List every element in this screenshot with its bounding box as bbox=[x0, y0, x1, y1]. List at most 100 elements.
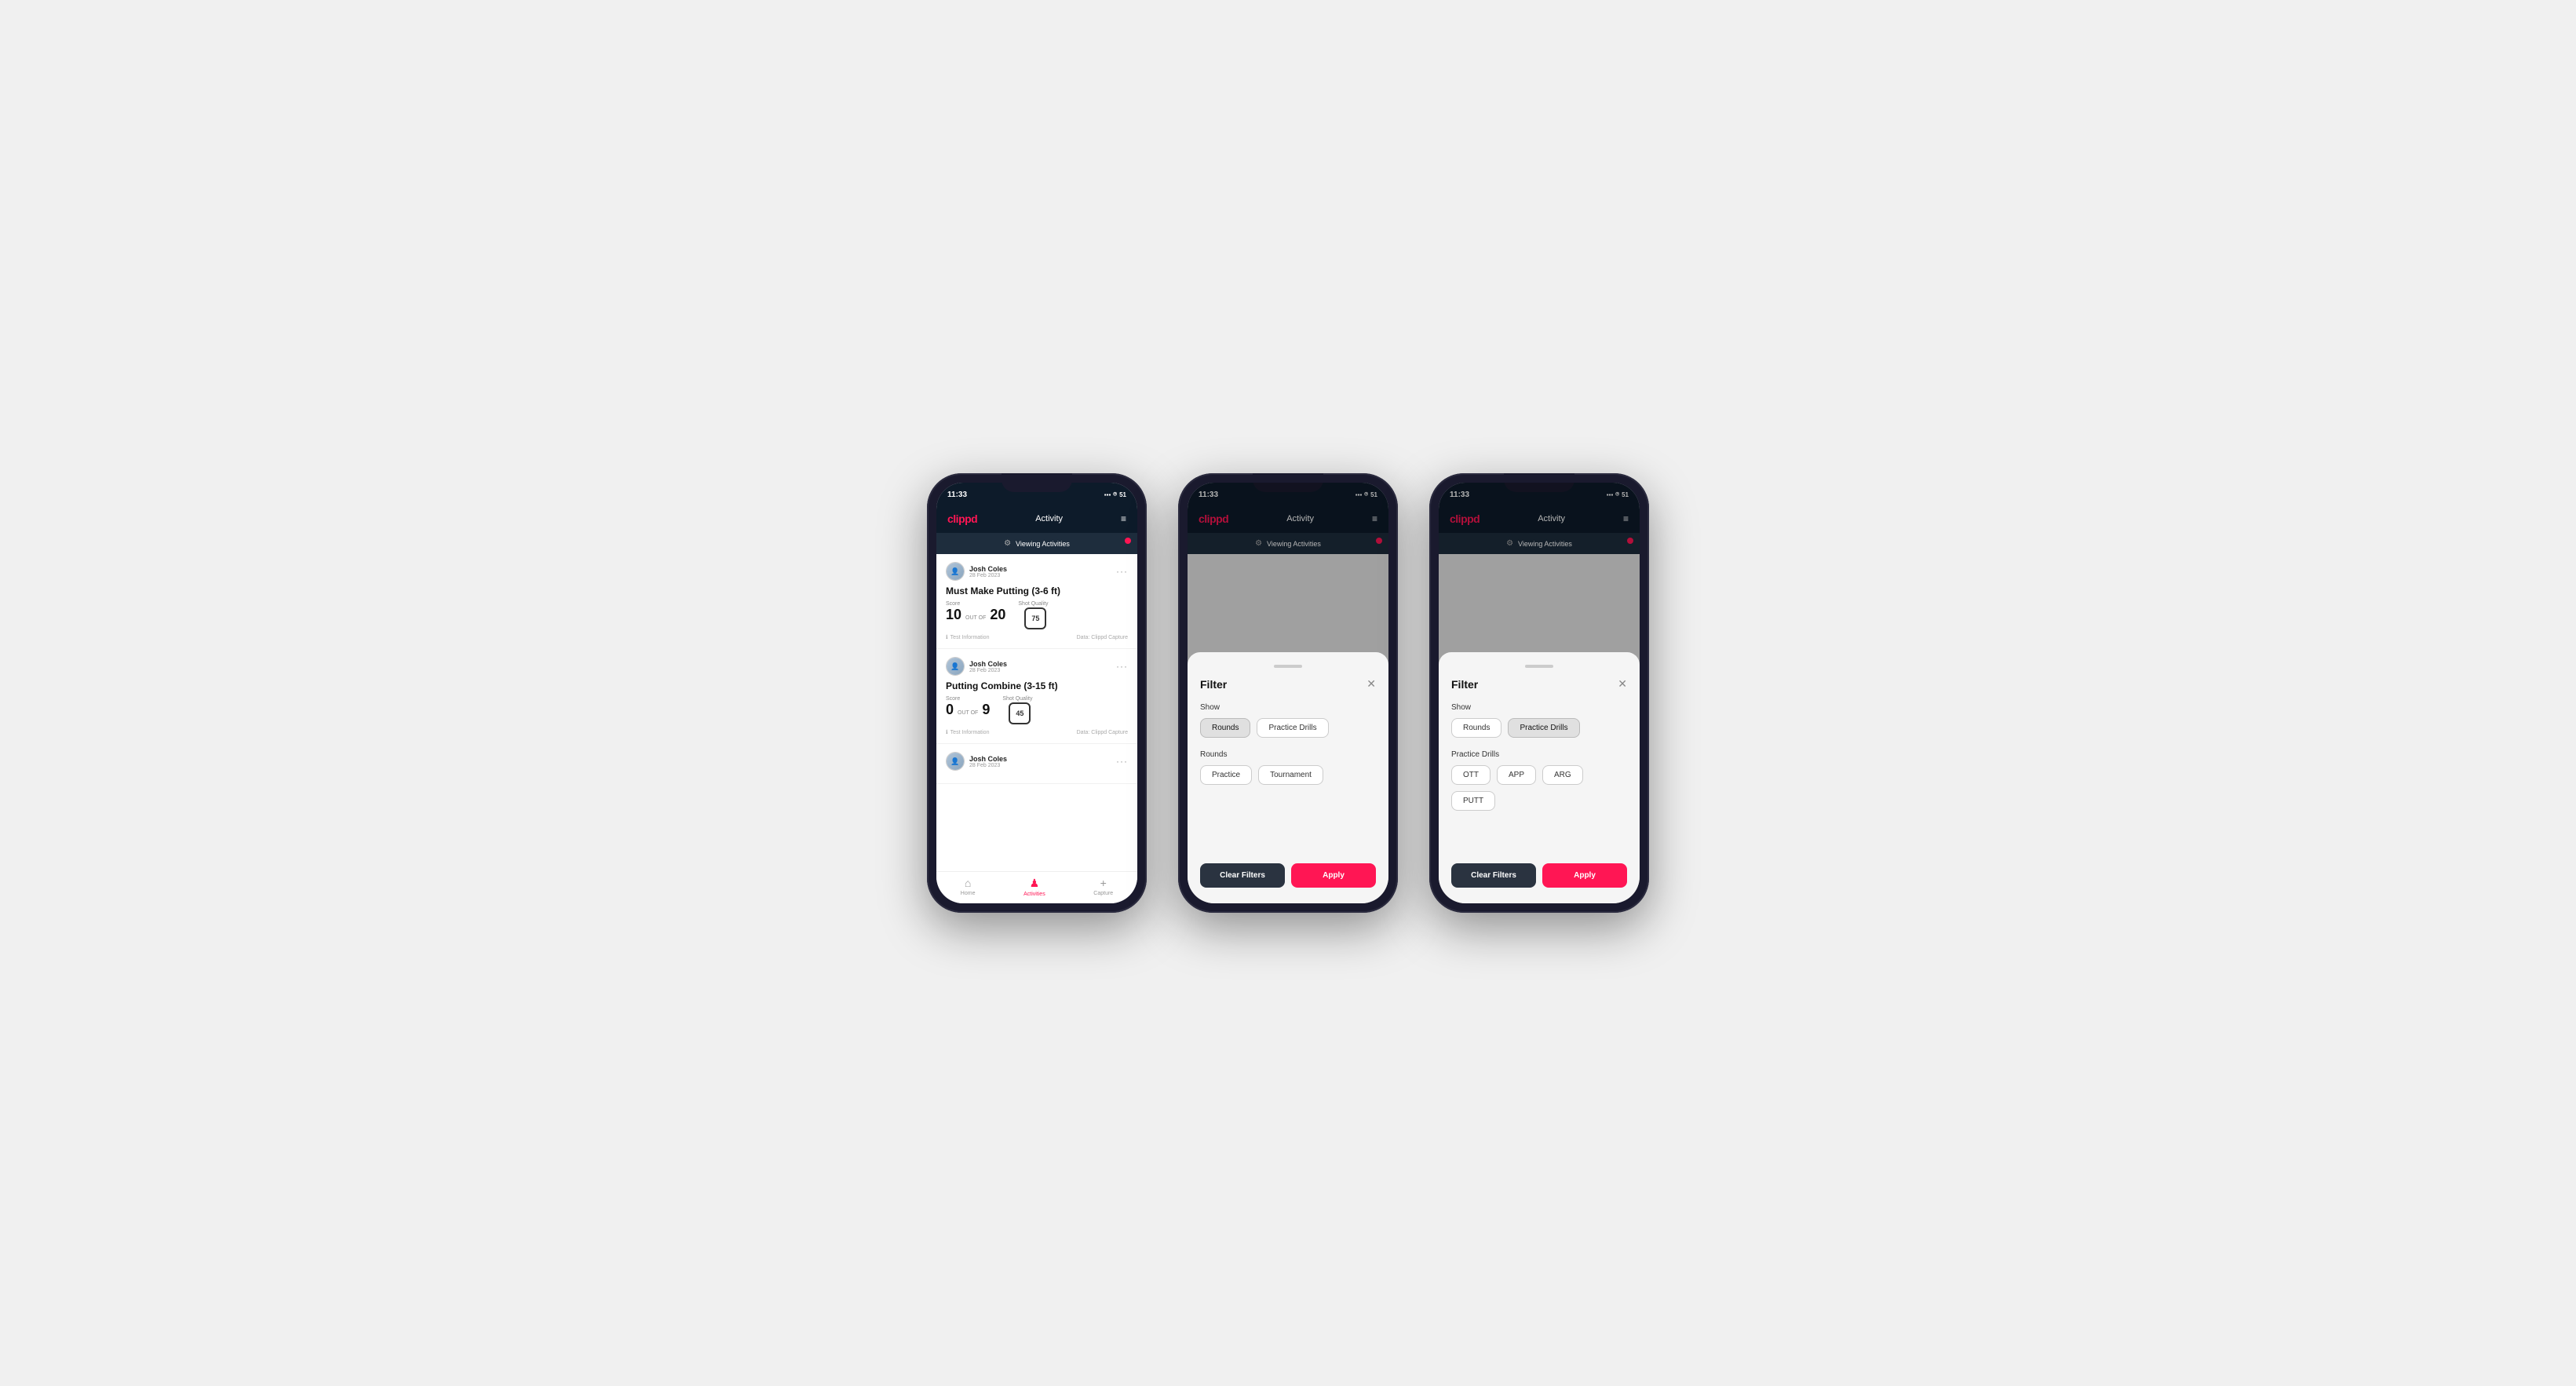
viewing-bar[interactable]: ⚙ Viewing Activities bbox=[936, 533, 1137, 554]
rounds-filter-buttons: OTT APP ARG PUTT bbox=[1451, 765, 1627, 811]
show-filter-buttons: Rounds Practice Drills bbox=[1200, 718, 1376, 738]
viewing-bar-text: Viewing Activities bbox=[1016, 540, 1070, 548]
status-time: 11:33 bbox=[947, 491, 967, 499]
apply-button[interactable]: Apply bbox=[1291, 863, 1376, 888]
show-option-0[interactable]: Rounds bbox=[1200, 718, 1250, 738]
card-header: 👤 Josh Coles 28 Feb 2023 ··· bbox=[946, 657, 1128, 676]
stats-row: Score 0 OUT OF 9 Shot Quality 45 bbox=[946, 696, 1128, 724]
modal-title: Filter bbox=[1200, 678, 1227, 691]
card-header: 👤 Josh Coles 28 Feb 2023 ··· bbox=[946, 562, 1128, 581]
avatar: 👤 bbox=[946, 657, 965, 676]
rounds-label: Practice Drills bbox=[1451, 750, 1627, 759]
rounds-label: Rounds bbox=[1200, 750, 1376, 759]
show-option-0[interactable]: Rounds bbox=[1451, 718, 1501, 738]
rounds-option-1[interactable]: APP bbox=[1497, 765, 1536, 785]
shots-value: 20 bbox=[990, 607, 1005, 622]
phones-container: 11:33 ▪▪▪ ⌾ 51 clippd Activity ≡ ⚙ Viewi… bbox=[927, 473, 1649, 913]
nav-item-capture[interactable]: + Capture bbox=[1093, 877, 1113, 897]
card-header: 👤 Josh Coles 28 Feb 2023 ··· bbox=[946, 752, 1128, 771]
activity-card: 👤 Josh Coles 28 Feb 2023 ··· Must Make P… bbox=[936, 554, 1137, 649]
shots-value: 9 bbox=[982, 702, 990, 717]
modal-close-button[interactable]: ✕ bbox=[1366, 677, 1376, 691]
nav-icon-home: ⌂ bbox=[965, 877, 971, 889]
info-text: Test Information bbox=[950, 730, 990, 735]
data-source: Data: Clippd Capture bbox=[1077, 730, 1128, 735]
rounds-option-2[interactable]: ARG bbox=[1542, 765, 1583, 785]
test-info: ℹ Test Information bbox=[946, 729, 989, 735]
nav-item-home[interactable]: ⌂ Home bbox=[961, 877, 976, 897]
user-info: 👤 Josh Coles 28 Feb 2023 bbox=[946, 657, 1007, 676]
rounds-option-3[interactable]: PUTT bbox=[1451, 791, 1495, 811]
apply-button[interactable]: Apply bbox=[1542, 863, 1627, 888]
data-source: Data: Clippd Capture bbox=[1077, 635, 1128, 640]
show-label: Show bbox=[1200, 703, 1376, 712]
filter-modal: Filter ✕ Show Rounds Practice Drills Rou… bbox=[1188, 652, 1388, 903]
rounds-option-1[interactable]: Tournament bbox=[1258, 765, 1323, 785]
filter-show-section: Show Rounds Practice Drills bbox=[1200, 703, 1376, 738]
phone-screen: 11:33 ▪▪▪ ⌾ 51 clippd Activity ≡ ⚙ Viewi… bbox=[936, 483, 1137, 903]
modal-actions: Clear Filters Apply bbox=[1200, 851, 1376, 888]
nav-icon-capture: + bbox=[1100, 877, 1107, 889]
wifi-icon: ⌾ bbox=[1113, 491, 1117, 498]
filter-overlay: Filter ✕ Show Rounds Practice Drills Pra… bbox=[1439, 483, 1640, 903]
modal-actions: Clear Filters Apply bbox=[1451, 851, 1627, 888]
stats-row: Score 10 OUT OF 20 Shot Quality 75 bbox=[946, 601, 1128, 629]
rounds-option-0[interactable]: Practice bbox=[1200, 765, 1252, 785]
filter-rounds-section: Practice Drills OTT APP ARG PUTT bbox=[1451, 750, 1627, 811]
filter-rounds-section: Rounds Practice Tournament bbox=[1200, 750, 1376, 785]
quality-label: Shot Quality bbox=[1018, 601, 1048, 607]
menu-icon[interactable]: ≡ bbox=[1121, 513, 1126, 524]
modal-close-button[interactable]: ✕ bbox=[1618, 677, 1627, 691]
user-date: 28 Feb 2023 bbox=[969, 668, 1007, 673]
out-of-label: OUT OF bbox=[965, 615, 986, 621]
more-dots-button[interactable]: ··· bbox=[1116, 566, 1128, 577]
avatar: 👤 bbox=[946, 752, 965, 771]
nav-label-home: Home bbox=[961, 891, 976, 896]
nav-label-activities: Activities bbox=[1023, 892, 1045, 897]
rounds-filter-buttons: Practice Tournament bbox=[1200, 765, 1376, 785]
activity-title: Must Make Putting (3-6 ft) bbox=[946, 585, 1128, 596]
quality-label: Shot Quality bbox=[1002, 696, 1032, 702]
viewing-dot bbox=[1125, 538, 1131, 544]
more-dots-button[interactable]: ··· bbox=[1116, 756, 1128, 767]
phone-2: 11:33 ▪▪▪ ⌾ 51 clippd Activity ≡ ⚙ Viewi… bbox=[1178, 473, 1398, 913]
clear-filters-button[interactable]: Clear Filters bbox=[1200, 863, 1285, 888]
activity-title: Putting Combine (3-15 ft) bbox=[946, 680, 1128, 691]
activity-card: 👤 Josh Coles 28 Feb 2023 ··· bbox=[936, 744, 1137, 784]
score-label: Score bbox=[946, 601, 1005, 607]
nav-item-activities[interactable]: ♟ Activities bbox=[1023, 877, 1045, 897]
out-of-label: OUT OF bbox=[958, 710, 978, 716]
phone-1: 11:33 ▪▪▪ ⌾ 51 clippd Activity ≡ ⚙ Viewi… bbox=[927, 473, 1147, 913]
show-label: Show bbox=[1451, 703, 1627, 712]
activity-card: 👤 Josh Coles 28 Feb 2023 ··· Putting Com… bbox=[936, 649, 1137, 744]
app-header: clippd Activity ≡ bbox=[936, 505, 1137, 533]
user-date: 28 Feb 2023 bbox=[969, 763, 1007, 768]
info-icon: ℹ bbox=[946, 729, 948, 735]
user-name: Josh Coles bbox=[969, 660, 1007, 668]
activity-feed: 👤 Josh Coles 28 Feb 2023 ··· Must Make P… bbox=[936, 554, 1137, 871]
filter-show-section: Show Rounds Practice Drills bbox=[1451, 703, 1627, 738]
quality-badge: 45 bbox=[1009, 702, 1031, 724]
battery-icon: 51 bbox=[1119, 491, 1126, 498]
test-info: ℹ Test Information bbox=[946, 634, 989, 640]
more-dots-button[interactable]: ··· bbox=[1116, 661, 1128, 672]
modal-header: Filter ✕ bbox=[1451, 677, 1627, 691]
filter-modal: Filter ✕ Show Rounds Practice Drills Pra… bbox=[1439, 652, 1640, 903]
app-logo: clippd bbox=[947, 512, 977, 525]
modal-header: Filter ✕ bbox=[1200, 677, 1376, 691]
phone-notch bbox=[1002, 473, 1072, 492]
show-option-1[interactable]: Practice Drills bbox=[1508, 718, 1579, 738]
filter-icon: ⚙ bbox=[1004, 539, 1011, 548]
card-footer: ℹ Test Information Data: Clippd Capture bbox=[946, 634, 1128, 640]
avatar: 👤 bbox=[946, 562, 965, 581]
user-info: 👤 Josh Coles 28 Feb 2023 bbox=[946, 752, 1007, 771]
rounds-option-0[interactable]: OTT bbox=[1451, 765, 1491, 785]
phone-3: 11:33 ▪▪▪ ⌾ 51 clippd Activity ≡ ⚙ Viewi… bbox=[1429, 473, 1649, 913]
user-date: 28 Feb 2023 bbox=[969, 573, 1007, 578]
show-option-1[interactable]: Practice Drills bbox=[1257, 718, 1328, 738]
phone-screen: 11:33 ▪▪▪ ⌾ 51 clippd Activity ≡ ⚙ Viewi… bbox=[1439, 483, 1640, 903]
quality-badge: 75 bbox=[1024, 607, 1046, 629]
clear-filters-button[interactable]: Clear Filters bbox=[1451, 863, 1536, 888]
info-text: Test Information bbox=[950, 635, 990, 640]
show-filter-buttons: Rounds Practice Drills bbox=[1451, 718, 1627, 738]
